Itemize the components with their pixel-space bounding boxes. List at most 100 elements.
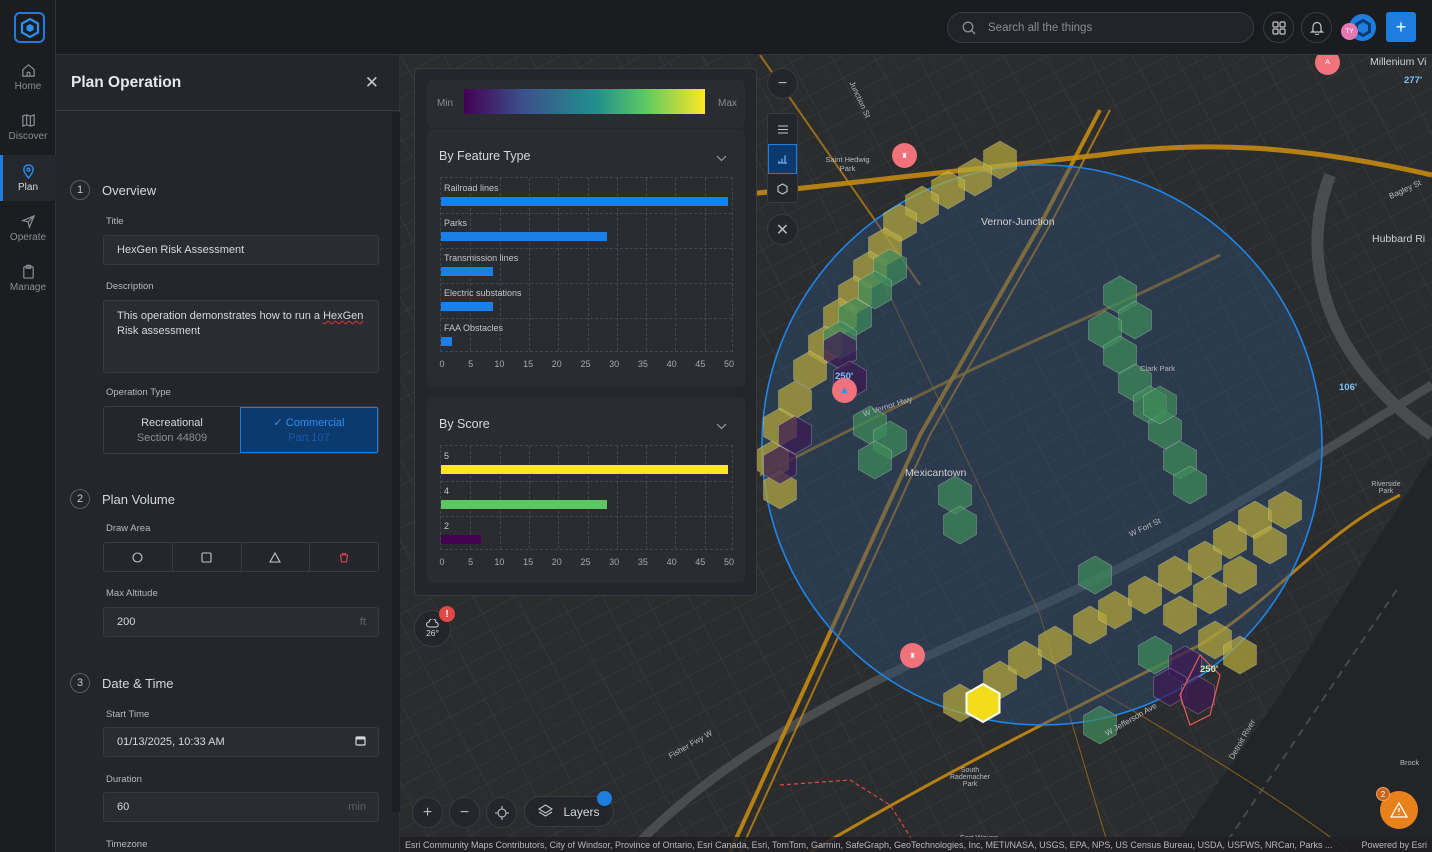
bar[interactable] xyxy=(441,267,493,276)
step-label: Date & Time xyxy=(102,675,174,691)
nav-item-operate[interactable]: Operate xyxy=(0,205,56,251)
title-label: Title xyxy=(106,216,124,227)
close-button[interactable]: ✕ xyxy=(365,73,379,93)
grid-line xyxy=(441,516,732,517)
option-recreational[interactable]: Recreational Section 44809 xyxy=(104,407,240,453)
x-tick-label: 25 xyxy=(580,359,591,369)
map-label: Mexicantown xyxy=(905,467,967,479)
spellcheck-word: HexGen xyxy=(323,310,364,322)
search-placeholder: Search all the things xyxy=(988,21,1093,34)
nav-item-discover[interactable]: Discover xyxy=(0,104,56,150)
delete-tool-button[interactable] xyxy=(310,543,378,571)
grid-line xyxy=(587,446,589,549)
altitude-unit: ft xyxy=(359,616,366,628)
search-icon xyxy=(962,21,976,34)
option-sublabel: Part 107 xyxy=(288,432,330,444)
x-tick-label: 20 xyxy=(551,557,562,567)
bar[interactable] xyxy=(441,337,453,346)
nav-item-manage[interactable]: Manage xyxy=(0,255,56,301)
map-label: Riverside Park xyxy=(1371,481,1401,495)
bar-chart-plot: Railroad lines Parks Transmission lines Ele… xyxy=(440,177,733,352)
grid-line xyxy=(441,318,732,319)
alerts-count-badge: 2 xyxy=(1376,787,1390,801)
draw-area-tools xyxy=(103,542,379,572)
bar-label: Electric substations xyxy=(444,288,522,298)
grid-icon xyxy=(1271,20,1286,35)
rectangle-tool-button[interactable] xyxy=(173,543,242,571)
chart-title: By Score xyxy=(439,417,490,431)
hexagon-logo-icon[interactable] xyxy=(14,12,45,43)
grid-line xyxy=(528,446,530,549)
apps-grid-button[interactable] xyxy=(1263,12,1294,43)
zoom-out-button[interactable]: − xyxy=(449,797,480,828)
map-label: Hubbard Ri xyxy=(1372,233,1426,245)
bar[interactable] xyxy=(441,302,493,311)
description-textarea[interactable]: This operation demonstrates how to run a… xyxy=(103,300,379,373)
bar[interactable] xyxy=(441,500,608,509)
chart-card-score: By Score 5 4 2 0 5 10 15 20 25 30 35 40 45 50 xyxy=(427,397,745,583)
circle-tool-button[interactable] xyxy=(104,543,173,571)
notifications-button[interactable] xyxy=(1301,12,1332,43)
chart-card-feature-type: By Feature Type Railroad lines Parks Trans… xyxy=(427,129,745,387)
circle-icon xyxy=(132,551,143,563)
airport-marker-icon[interactable]: ▲ xyxy=(832,378,857,403)
nav-label: Home xyxy=(14,80,42,92)
panel-scrollbar[interactable] xyxy=(392,112,400,812)
x-tick-label: 5 xyxy=(468,557,474,567)
x-tick-label: 0 xyxy=(439,359,445,369)
home-icon xyxy=(21,63,35,77)
powered-by[interactable]: Powered by Esri xyxy=(1361,840,1427,850)
search-input[interactable]: Search all the things xyxy=(947,12,1254,43)
nav-item-home[interactable]: Home xyxy=(0,54,56,100)
user-avatar[interactable]: TY xyxy=(1341,12,1377,44)
tower-marker-icon[interactable]: ♜ xyxy=(892,143,917,168)
clipboard-icon xyxy=(22,264,34,279)
bar[interactable] xyxy=(441,535,482,544)
grid-line xyxy=(616,446,618,549)
polygon-tool-button[interactable] xyxy=(242,543,311,571)
collapse-panel-button[interactable]: − xyxy=(767,68,798,99)
add-button[interactable]: + xyxy=(1386,12,1416,42)
title-input[interactable]: HexGen Risk Assessment xyxy=(103,235,379,265)
start-time-input[interactable]: 01/13/2025, 10:33 AM xyxy=(103,727,379,757)
location-pin-icon xyxy=(22,163,34,179)
bar-label: Railroad lines xyxy=(444,183,499,193)
zoom-in-button[interactable]: + xyxy=(412,797,443,828)
bar[interactable] xyxy=(441,232,608,241)
grid-line xyxy=(470,446,472,549)
step-overview: 1 Overview xyxy=(70,180,156,200)
collapse-chevron-icon[interactable] xyxy=(716,149,727,167)
x-tick-label: 40 xyxy=(666,557,677,567)
list-view-button[interactable] xyxy=(768,114,797,144)
step-date-time: 3 Date & Time xyxy=(70,673,174,693)
operation-type-toggle: Recreational Section 44809 ✓ Commercial … xyxy=(103,406,379,454)
calendar-icon[interactable] xyxy=(355,735,366,749)
bar[interactable] xyxy=(441,197,728,206)
grid-line xyxy=(558,446,560,549)
nav-rail: Home Discover Plan Operate Manage xyxy=(0,0,56,852)
description-text: Risk assessment xyxy=(117,324,201,337)
max-altitude-input[interactable]: 200 ft xyxy=(103,607,379,637)
panel-header: Plan Operation ✕ xyxy=(56,55,399,111)
color-legend: Min Max xyxy=(427,80,745,128)
option-label: Recreational xyxy=(141,416,203,429)
grid-line xyxy=(646,446,648,549)
duration-input[interactable]: 60 min xyxy=(103,792,379,822)
x-tick-label: 45 xyxy=(695,359,706,369)
chart-view-button[interactable] xyxy=(768,144,797,174)
max-altitude-label: Max Altitude xyxy=(106,588,158,599)
close-panel-button[interactable]: ✕ xyxy=(767,214,798,245)
nav-item-plan[interactable]: Plan xyxy=(0,155,56,201)
description-label: Description xyxy=(106,281,154,292)
collapse-chevron-icon[interactable] xyxy=(716,417,727,435)
locate-button[interactable] xyxy=(486,797,517,828)
description-text: This operation demonstrates how to run a xyxy=(117,310,324,322)
bar[interactable] xyxy=(441,465,728,474)
risk-hexagon[interactable] xyxy=(965,682,1001,724)
option-commercial[interactable]: ✓ Commercial Part 107 xyxy=(240,407,378,453)
start-time-label: Start Time xyxy=(106,709,150,720)
tower-marker-icon[interactable]: ♜ xyxy=(900,643,925,668)
x-tick-label: 20 xyxy=(551,359,562,369)
attribution-text: Esri Community Maps Contributors, City o… xyxy=(405,839,1333,850)
hexagon-view-button[interactable] xyxy=(768,174,797,204)
